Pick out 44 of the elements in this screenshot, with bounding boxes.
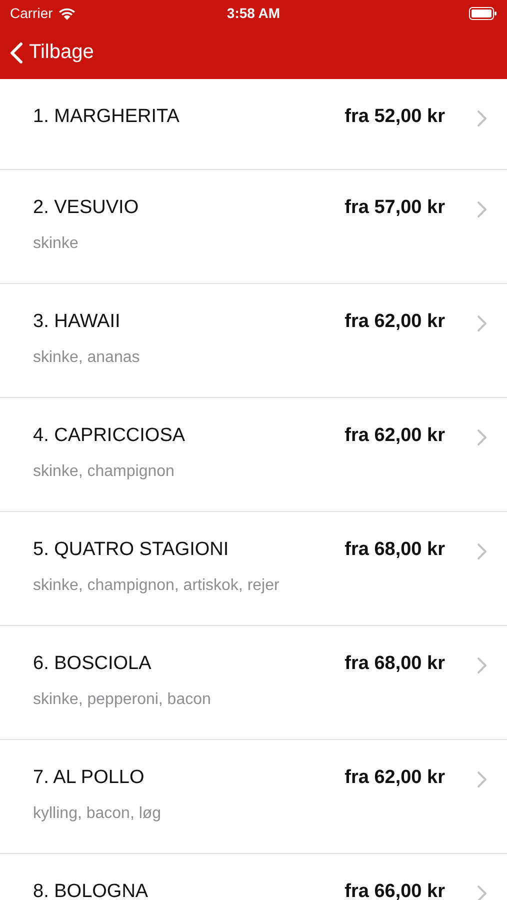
item-price: fra 66,00 kr: [344, 881, 445, 900]
item-description: skinke, champignon: [33, 463, 176, 481]
chevron-right-icon: [477, 885, 487, 900]
item-name: 1. MARGHERITA: [33, 106, 180, 128]
chevron-right-icon: [477, 771, 487, 788]
item-price: fra 52,00 kr: [344, 106, 445, 128]
item-name: 7. AL POLLO: [33, 767, 146, 789]
item-price: fra 62,00 kr: [344, 311, 445, 333]
item-description: skinke, ananas: [33, 349, 141, 367]
battery-icon: [469, 6, 497, 20]
chevron-right-icon: [477, 315, 487, 332]
chevron-right-icon: [477, 657, 487, 674]
chevron-right-icon: [477, 201, 487, 218]
menu-item-row[interactable]: 5. QUATRO STAGIONI skinke, champignon, artiskok, rejer fra 68,00 kr: [0, 512, 507, 626]
item-description: skinke, pepperoni, bacon: [33, 691, 212, 709]
menu-item-row[interactable]: 2. VESUVIO skinke fra 57,00 kr: [0, 170, 507, 284]
item-description: skinke: [33, 235, 80, 253]
menu-item-row[interactable]: 8. BOLOGNA fra 66,00 kr: [0, 854, 507, 900]
item-name: 6. BOSCIOLA: [33, 653, 152, 675]
item-price: fra 62,00 kr: [344, 425, 445, 447]
item-name: 5. QUATRO STAGIONI: [33, 539, 230, 561]
menu-item-row[interactable]: 6. BOSCIOLA skinke, pepperoni, bacon fra 68,00 kr: [0, 626, 507, 740]
item-price: fra 57,00 kr: [344, 197, 445, 219]
item-price: fra 62,00 kr: [344, 767, 445, 789]
chevron-right-icon: [477, 429, 487, 446]
item-name: 4. CAPRICCIOSA: [33, 425, 186, 447]
chevron-right-icon: [477, 110, 487, 127]
item-name: 8. BOLOGNA: [33, 881, 150, 900]
wifi-icon: [58, 6, 76, 20]
item-price: fra 68,00 kr: [344, 653, 445, 675]
item-price: fra 68,00 kr: [344, 539, 445, 561]
status-time: 3:58 AM: [226, 5, 280, 21]
carrier-label: Carrier: [10, 5, 53, 21]
menu-item-row[interactable]: 3. HAWAII skinke, ananas fra 62,00 kr: [0, 284, 507, 398]
item-name: 2. VESUVIO: [33, 197, 140, 219]
item-description: skinke, champignon, artiskok, rejer: [33, 577, 280, 595]
menu-item-row[interactable]: 7. AL POLLO kylling, bacon, løg fra 62,00 kr: [0, 740, 507, 854]
chevron-left-icon: [10, 42, 23, 64]
back-button[interactable]: Tilbage: [10, 41, 94, 64]
chevron-right-icon: [477, 543, 487, 560]
menu-item-row[interactable]: 1. MARGHERITA fra 52,00 kr: [0, 79, 507, 170]
item-description: kylling, bacon, løg: [33, 805, 162, 823]
menu-item-row[interactable]: 4. CAPRICCIOSA skinke, champignon fra 62,00 kr: [0, 398, 507, 512]
item-name: 3. HAWAII: [33, 311, 122, 333]
